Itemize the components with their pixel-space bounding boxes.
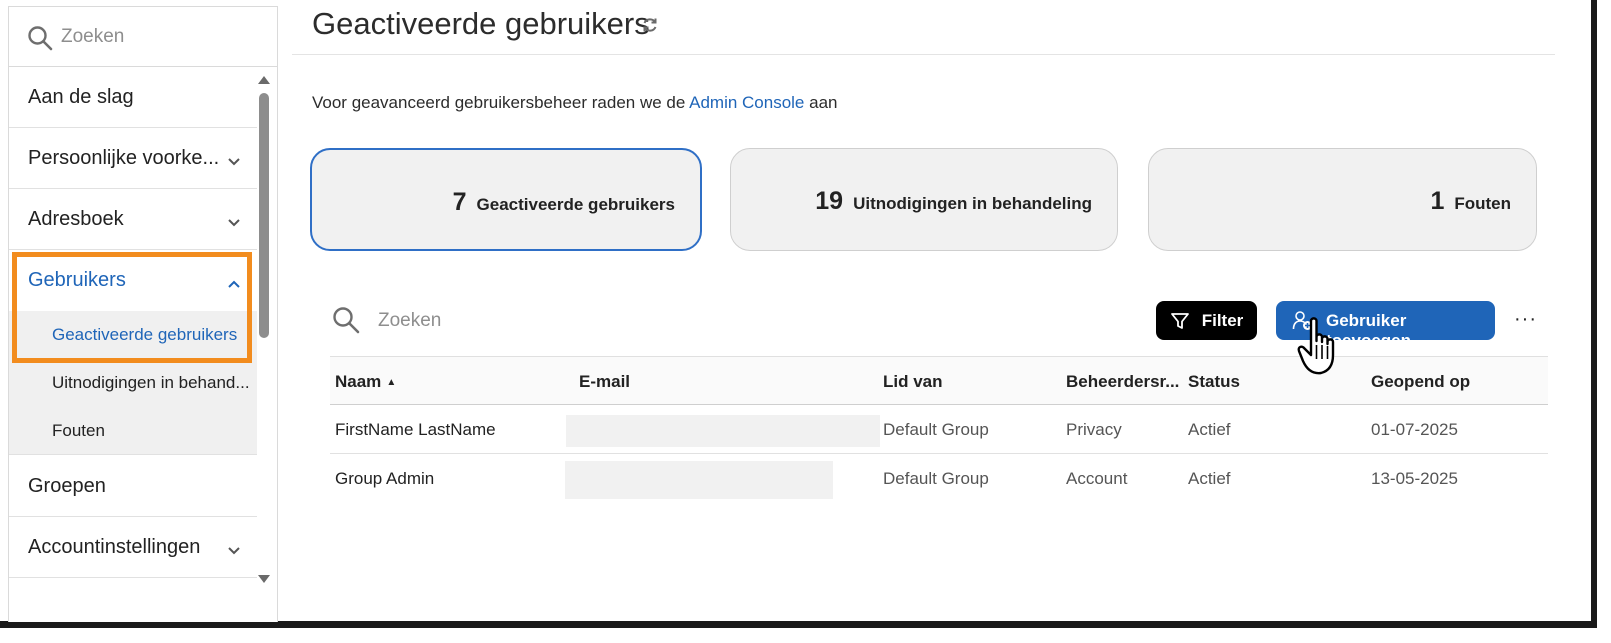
filter-icon — [1170, 311, 1190, 331]
table-header: Naam ▲ E-mail Lid van Beheerdersr... Stat… — [330, 356, 1548, 405]
column-header-lid-van[interactable]: Lid van — [883, 372, 943, 392]
admin-console-link[interactable]: Admin Console — [689, 93, 804, 112]
sidebar-item-label: Aan de slag — [28, 85, 134, 108]
page-header: Geactiveerde gebruikers — [292, 0, 1555, 55]
chevron-up-icon[interactable] — [227, 272, 241, 295]
intro-text-after: aan — [804, 93, 838, 112]
filter-button[interactable]: Filter — [1156, 301, 1257, 340]
sidebar: Zoeken Aan de slag Persoonlijke voorke..… — [8, 6, 278, 622]
cell-role: Privacy — [1066, 420, 1122, 439]
sidebar-item-label: Persoonlijke voorke... — [28, 146, 220, 169]
card-activated-users[interactable]: 7 Geactiveerde gebruikers — [310, 148, 702, 251]
search-icon — [27, 25, 53, 56]
sidebar-item-label: Gebruikers — [28, 269, 126, 291]
refresh-icon[interactable] — [641, 16, 659, 39]
table-search-placeholder: Zoeken — [378, 310, 442, 331]
chevron-down-icon[interactable] — [227, 539, 241, 562]
redacted-email — [565, 461, 833, 499]
intro-text: Voor geavanceerd gebruikersbeheer raden … — [312, 93, 837, 113]
table-row[interactable]: Group Admin Default Group Account Actief… — [330, 454, 1548, 503]
card-label: Uitnodigingen in behandeling — [853, 194, 1092, 213]
sidebar-item-aan-de-slag[interactable]: Aan de slag — [9, 67, 257, 128]
sidebar-item-label: Adresboek — [28, 207, 124, 230]
sidebar-subitem-label: Uitnodigingen in behand... — [52, 373, 250, 392]
scroll-up-arrow-icon[interactable] — [258, 76, 270, 84]
hand-pointer-cursor-icon — [1297, 315, 1347, 384]
sidebar-item-persoonlijke-voorkeuren[interactable]: Persoonlijke voorke... — [9, 128, 257, 189]
scroll-down-arrow-icon[interactable] — [258, 575, 270, 583]
sidebar-item-label: Accountinstellingen — [28, 535, 201, 558]
table-search-input[interactable]: Zoeken — [332, 304, 632, 340]
sidebar-subitem-fouten[interactable]: Fouten — [9, 407, 257, 455]
sidebar-item-groepen[interactable]: Groepen — [9, 456, 257, 517]
cell-opened: 13-05-2025 — [1371, 469, 1458, 488]
card-errors[interactable]: 1 Fouten — [1148, 148, 1537, 251]
sidebar-item-accountinstellingen[interactable]: Accountinstellingen — [9, 517, 257, 578]
sidebar-item-adresboek[interactable]: Adresboek — [9, 189, 257, 250]
column-header-email[interactable]: E-mail — [579, 372, 630, 392]
page-title: Geactiveerde gebruikers — [312, 6, 650, 41]
column-header-beheerdersrol[interactable]: Beheerdersr... — [1066, 372, 1179, 392]
chevron-down-icon[interactable] — [227, 211, 241, 234]
column-header-naam[interactable]: Naam ▲ — [335, 372, 396, 392]
main-content: Geactiveerde gebruikers Voor geavanceerd… — [292, 0, 1555, 621]
add-user-button-label: Gebruiker toevoegen — [1326, 311, 1412, 350]
intro-text-before: Voor geavanceerd gebruikersbeheer raden … — [312, 93, 690, 112]
sidebar-search[interactable]: Zoeken — [9, 7, 277, 67]
sidebar-subitem-label: Fouten — [52, 420, 105, 440]
sort-ascending-icon: ▲ — [386, 377, 397, 388]
sidebar-subitem-geactiveerde-gebruikers[interactable]: Geactiveerde gebruikers — [9, 311, 257, 359]
cell-status: Actief — [1188, 420, 1231, 439]
column-header-geopend-op[interactable]: Geopend op — [1371, 372, 1470, 392]
cell-group: Default Group — [883, 420, 989, 439]
chevron-down-icon[interactable] — [227, 150, 241, 173]
card-count: 19 — [815, 187, 844, 215]
sidebar-item-gebruikers[interactable]: Gebruikers — [9, 250, 257, 311]
cell-role: Account — [1066, 469, 1128, 488]
cell-opened: 01-07-2025 — [1371, 420, 1458, 439]
sidebar-scrollbar[interactable] — [259, 93, 269, 338]
cell-group: Default Group — [883, 469, 989, 488]
card-pending-invitations[interactable]: 19 Uitnodigingen in behandeling — [730, 148, 1118, 251]
column-header-label: Naam — [335, 372, 382, 391]
sidebar-subitem-label: Geactiveerde gebruikers — [52, 325, 238, 344]
app-window: Zoeken Aan de slag Persoonlijke voorke..… — [0, 0, 1597, 628]
sidebar-subitem-uitnodigingen[interactable]: Uitnodigingen in behand... — [9, 359, 257, 407]
more-options-icon[interactable]: ··· — [1514, 308, 1537, 331]
sidebar-item-label: Groepen — [28, 474, 106, 497]
redacted-email — [566, 415, 880, 447]
table-row[interactable]: FirstName LastName Default Group Privacy… — [330, 405, 1548, 454]
sidebar-search-placeholder: Zoeken — [61, 26, 125, 47]
cell-name: FirstName LastName — [335, 420, 496, 439]
card-label: Fouten — [1454, 194, 1511, 213]
column-header-status[interactable]: Status — [1188, 372, 1240, 392]
filter-button-label: Filter — [1201, 310, 1244, 330]
cell-name: Group Admin — [335, 469, 435, 488]
cell-status: Actief — [1188, 469, 1231, 488]
search-icon — [332, 306, 360, 339]
card-label: Geactiveerde gebruikers — [476, 195, 675, 214]
card-count: 7 — [452, 188, 467, 216]
card-count: 1 — [1430, 187, 1445, 215]
